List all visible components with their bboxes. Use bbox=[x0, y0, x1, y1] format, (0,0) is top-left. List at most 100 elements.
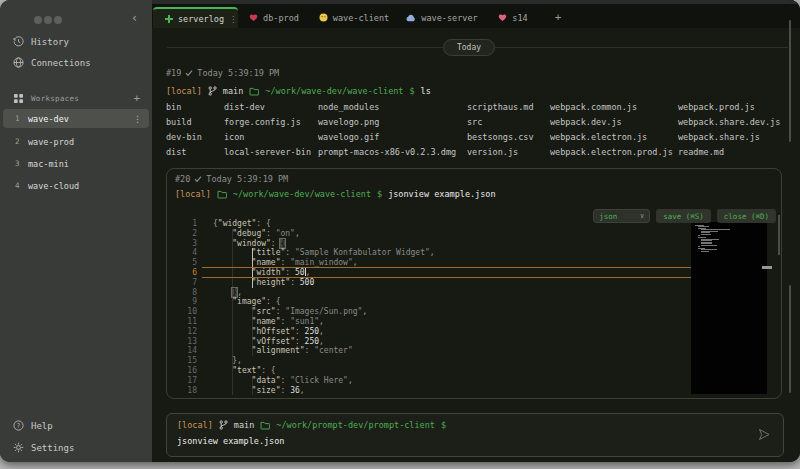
tab-s14[interactable]: s14 bbox=[486, 7, 540, 28]
line-number: 8 bbox=[181, 288, 197, 298]
tab-db-prod[interactable]: db-prod bbox=[238, 7, 310, 28]
workspace-item-wave-dev[interactable]: 1 wave-dev ⋮ bbox=[3, 109, 149, 128]
workspace-item-mac-mini[interactable]: 3 mac-mini bbox=[3, 154, 149, 173]
window-controls bbox=[34, 16, 62, 24]
editor-line: 2"debug": "on", bbox=[181, 229, 691, 239]
ls-column: webpack.common.jswebpack.dev.jswebpack.e… bbox=[550, 100, 673, 160]
file-name: wavelogo.gif bbox=[318, 130, 456, 145]
main-scrollbar-thumb[interactable] bbox=[789, 20, 791, 142]
line-number: 15 bbox=[181, 356, 197, 366]
workspace-index: 3 bbox=[15, 159, 23, 168]
tab-label: db-prod bbox=[263, 13, 299, 23]
editor-line: 13"vOffset": 250, bbox=[181, 337, 691, 347]
workspace-item-wave-prod[interactable]: 2 wave-prod bbox=[3, 132, 149, 151]
sidebar-item-label: History bbox=[31, 37, 69, 47]
tab-menu-icon[interactable]: ⋮ bbox=[229, 14, 238, 24]
prompt-path: ~/work/prompt-dev/prompt-client bbox=[276, 420, 435, 430]
tab-wave-server[interactable]: wave-server bbox=[398, 7, 486, 28]
workspace-label: wave-cloud bbox=[28, 181, 79, 191]
current-line-highlight bbox=[202, 267, 691, 278]
editor-lines: 1{"widget": {2"debug": "on",3"window": {… bbox=[181, 207, 691, 395]
collapse-sidebar-button[interactable]: ‹ bbox=[131, 11, 138, 25]
editor-scrollbar-thumb[interactable] bbox=[778, 215, 780, 255]
json-editor[interactable]: json∨ save (⌘S) close (⌘D) 1{"widget": {… bbox=[181, 207, 781, 395]
heart-pink-icon bbox=[498, 13, 507, 22]
close-button[interactable]: close (⌘D) bbox=[717, 209, 776, 223]
prompt-line: [local]~/work/wave-dev/wave-client$jsonv… bbox=[175, 189, 496, 199]
command-input[interactable]: [local]main~/work/prompt-dev/prompt-clie… bbox=[166, 413, 784, 457]
git-branch-icon bbox=[219, 420, 228, 430]
close-window-button[interactable] bbox=[34, 16, 42, 24]
editor-line: 3"window": { bbox=[181, 239, 691, 249]
sidebar-item-label: Help bbox=[31, 421, 53, 431]
folder-icon bbox=[217, 190, 227, 199]
editor-line: 4"title": "Sample Konfabulator Widget", bbox=[181, 248, 691, 258]
ls-column: webpack.prod.jswebpack.share.dev.jswebpa… bbox=[678, 100, 780, 160]
line-number: 3 bbox=[181, 239, 197, 249]
line-number: 5 bbox=[181, 258, 197, 268]
block-id: #20 bbox=[175, 174, 190, 184]
send-icon[interactable] bbox=[756, 427, 772, 442]
block-id: #19 bbox=[166, 68, 181, 78]
ls-column: binbuilddev-bindist bbox=[166, 100, 202, 160]
editor-line: 10"src": "Images/Sun.png", bbox=[181, 307, 691, 317]
minimize-window-button[interactable] bbox=[44, 16, 52, 24]
line-number: 14 bbox=[181, 346, 197, 356]
file-name: src bbox=[467, 115, 534, 130]
file-name: bestsongs.csv bbox=[467, 130, 534, 145]
check-icon bbox=[185, 69, 193, 77]
save-button[interactable]: save (⌘S) bbox=[656, 209, 711, 223]
add-tab-button[interactable]: + bbox=[547, 7, 569, 28]
workspace-menu-icon[interactable]: ⋮ bbox=[133, 114, 142, 124]
ls-output: binbuilddev-bindist dist-devforge.config.… bbox=[152, 100, 800, 162]
tab-wave-client[interactable]: wave-client bbox=[310, 7, 398, 28]
file-name: webpack.electron.js bbox=[550, 130, 673, 145]
editor-line: 15}, bbox=[181, 356, 691, 366]
file-name: dist-dev bbox=[224, 100, 311, 115]
file-name: dist bbox=[166, 145, 202, 160]
line-number: 17 bbox=[181, 376, 197, 386]
line-number: 18 bbox=[181, 386, 197, 395]
file-name: readme.md bbox=[678, 145, 780, 160]
editor-line: 18"size": 36, bbox=[181, 386, 691, 395]
prompt-host: [local] bbox=[175, 189, 211, 199]
folder-icon bbox=[260, 421, 270, 430]
line-number: 11 bbox=[181, 317, 197, 327]
editor-line: 16"text": { bbox=[181, 366, 691, 376]
history-icon bbox=[12, 36, 24, 47]
ls-column: dist-devforge.config.jsiconlocal-serever… bbox=[224, 100, 311, 160]
add-workspace-button[interactable]: + bbox=[133, 92, 140, 105]
workspace-index: 4 bbox=[15, 181, 23, 190]
block-time: Today 5:39:19 PM bbox=[197, 68, 279, 78]
file-name: node_modules bbox=[318, 100, 456, 115]
minimap[interactable] bbox=[691, 222, 767, 394]
block-scrollbar-thumb[interactable] bbox=[789, 285, 791, 393]
overview-cursor-mark bbox=[762, 266, 772, 269]
file-name: webpack.prod.js bbox=[678, 100, 780, 115]
sidebar-item-settings[interactable]: Settings bbox=[12, 441, 74, 454]
file-name: webpack.common.js bbox=[550, 100, 673, 115]
sidebar-item-help[interactable]: ?Help bbox=[12, 419, 53, 432]
mode-select[interactable]: json∨ bbox=[593, 209, 650, 223]
tab-serverlog[interactable]: serverlog ⋮ bbox=[153, 7, 238, 28]
editor-line: 12"hOffset": 250, bbox=[181, 327, 691, 337]
editor-line: 9"image": { bbox=[181, 297, 691, 307]
line-number: 13 bbox=[181, 337, 197, 347]
cloud-blue-icon bbox=[406, 14, 416, 22]
line-number: 16 bbox=[181, 366, 197, 376]
prompt-line: [local]main~/work/wave-dev/wave-client$l… bbox=[166, 86, 431, 96]
input-command-text[interactable]: jsonview example.json bbox=[177, 436, 284, 446]
workspace-item-wave-cloud[interactable]: 4 wave-cloud bbox=[3, 176, 149, 195]
check-icon bbox=[194, 175, 202, 183]
file-name: icon bbox=[224, 130, 311, 145]
git-branch-name: main bbox=[234, 420, 254, 430]
tab-label: wave-client bbox=[333, 13, 389, 23]
prompt-command: jsonview example.json bbox=[388, 189, 495, 199]
file-name: webpack.dev.js bbox=[550, 115, 673, 130]
zoom-window-button[interactable] bbox=[54, 16, 62, 24]
command-block-20[interactable]: #20Today 5:39:19 PM [local]~/work/wave-d… bbox=[166, 168, 782, 399]
sidebar-item-connections[interactable]: Connections bbox=[12, 56, 91, 69]
workspace-label: wave-prod bbox=[28, 137, 74, 147]
tab-label: wave-server bbox=[421, 13, 477, 23]
sidebar-item-history[interactable]: History bbox=[12, 35, 69, 48]
